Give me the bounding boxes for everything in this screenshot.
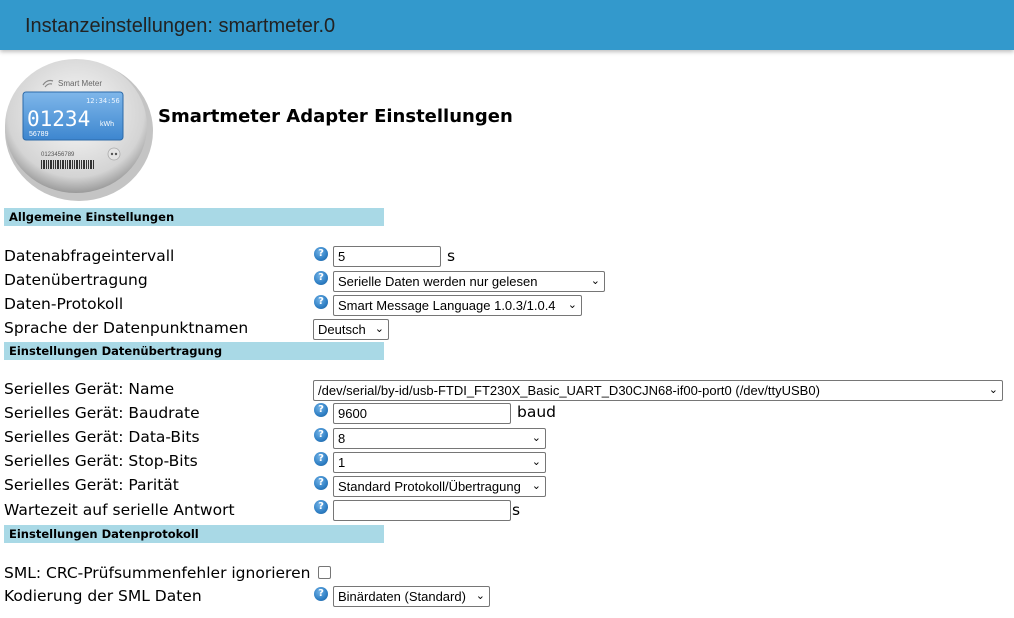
section-transfer-header: Einstellungen Datenübertragung [4,342,384,360]
logo-sub: 56789 [29,131,49,138]
protocol-label: Daten-Protokoll [4,295,124,313]
interval-unit: s [447,247,456,265]
transfer-mode-value: Serielle Daten werden nur gelesen [338,274,538,289]
stopbits-label: Serielles Gerät: Stop-Bits [4,452,198,470]
language-value: Deutsch [318,322,366,337]
chevron-down-icon: ⌄ [531,456,541,468]
window-titlebar: Instanzeinstellungen: smartmeter.0 [0,0,1014,50]
language-label: Sprache der Datenpunktnamen [4,319,249,337]
help-question-icon[interactable]: ? [314,428,328,442]
page-title: Smartmeter Adapter Einstellungen [158,106,513,127]
smartmeter-logo: Smart Meter 12:34:56 01234 kWh 56789 012… [5,59,153,201]
serial-name-select[interactable]: /dev/serial/by-id/usb-FTDI_FT230X_Basic_… [313,380,1003,401]
help-question-icon[interactable]: ? [314,403,328,417]
help-question-icon[interactable]: ? [314,452,328,466]
section-general-header: Allgemeine Einstellungen [4,208,384,226]
chevron-down-icon: ⌄ [590,275,600,287]
timeout-label: Wartezeit auf serielle Antwort [4,501,235,519]
crc-ignore-checkbox[interactable] [318,566,331,579]
sml-encoding-label: Kodierung der SML Daten [4,587,202,605]
help-question-icon[interactable]: ? [314,295,328,309]
timeout-unit: s [512,501,521,519]
parity-select[interactable]: Standard Protokoll/Übertragung ⌄ [333,476,546,497]
timeout-input[interactable] [333,500,511,521]
logo-unit: kWh [100,121,114,128]
logo-time: 12:34:56 [86,97,120,105]
help-question-icon[interactable]: ? [314,247,328,261]
interval-label: Datenabfrageintervall [4,247,175,265]
help-question-icon[interactable]: ? [314,271,328,285]
logo-brand: Smart Meter [58,79,102,88]
language-select[interactable]: Deutsch ⌄ [313,319,389,340]
parity-value: Standard Protokoll/Übertragung [338,479,521,494]
baudrate-label: Serielles Gerät: Baudrate [4,404,200,422]
window-title: Instanzeinstellungen: smartmeter.0 [25,15,336,37]
chevron-down-icon: ⌄ [374,323,384,335]
chevron-down-icon: ⌄ [567,299,577,311]
logo-serial: 0123456789 [41,152,75,158]
stopbits-value: 1 [338,455,346,470]
logo-reading: 01234 [27,107,90,131]
sml-encoding-value: Binärdaten (Standard) [338,589,466,604]
chevron-down-icon: ⌄ [988,384,998,396]
barcode-icon [41,160,94,169]
databits-value: 8 [338,431,346,446]
help-question-icon[interactable]: ? [314,476,328,490]
baudrate-unit: baud [517,403,556,421]
help-question-icon[interactable]: ? [314,587,328,601]
parity-label: Serielles Gerät: Parität [4,476,179,494]
serial-name-label: Serielles Gerät: Name [4,380,175,398]
transfer-mode-label: Datenübertragung [4,271,148,289]
crc-ignore-label: SML: CRC-Prüfsummenfehler ignorieren [4,564,311,582]
help-question-icon[interactable]: ? [314,500,328,514]
transfer-mode-select[interactable]: Serielle Daten werden nur gelesen ⌄ [333,271,605,292]
chevron-down-icon: ⌄ [475,590,485,602]
section-protocol-header: Einstellungen Datenprotokoll [4,525,384,543]
databits-label: Serielles Gerät: Data-Bits [4,428,200,446]
protocol-value: Smart Message Language 1.0.3/1.0.4 [338,298,556,313]
baudrate-input[interactable]: 9600 [333,403,511,424]
stopbits-select[interactable]: 1 ⌄ [333,452,546,473]
interval-input[interactable]: 5 [333,246,441,267]
chevron-down-icon: ⌄ [531,480,541,492]
protocol-select[interactable]: Smart Message Language 1.0.3/1.0.4 ⌄ [333,295,582,316]
serial-name-value: /dev/serial/by-id/usb-FTDI_FT230X_Basic_… [318,383,820,398]
chevron-down-icon: ⌄ [531,432,541,444]
sml-encoding-select[interactable]: Binärdaten (Standard) ⌄ [333,586,490,607]
databits-select[interactable]: 8 ⌄ [333,428,546,449]
